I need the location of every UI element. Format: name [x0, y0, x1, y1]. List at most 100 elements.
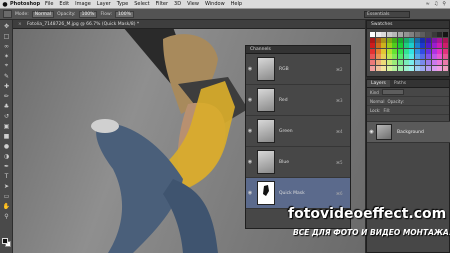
- swatch[interactable]: [386, 48, 392, 54]
- brush-tool-icon[interactable]: ✏: [2, 92, 11, 100]
- swatch[interactable]: [375, 32, 381, 37]
- swatch[interactable]: [375, 37, 381, 43]
- swatch[interactable]: [403, 32, 409, 37]
- swatch[interactable]: [409, 48, 415, 54]
- swatch[interactable]: [381, 65, 387, 71]
- swatch[interactable]: [397, 48, 403, 54]
- swatch[interactable]: [425, 37, 431, 43]
- swatch[interactable]: [370, 37, 375, 43]
- swatch[interactable]: [381, 43, 387, 49]
- swatch[interactable]: [392, 48, 398, 54]
- swatch[interactable]: [431, 65, 437, 71]
- swatch[interactable]: [370, 43, 375, 49]
- clone-stamp-tool-icon[interactable]: ♣: [2, 102, 11, 110]
- swatch[interactable]: [409, 65, 415, 71]
- swatch[interactable]: [370, 32, 375, 37]
- menu-window[interactable]: Window: [205, 1, 225, 7]
- menu-type[interactable]: Type: [117, 1, 128, 7]
- menu-help[interactable]: Help: [231, 1, 242, 7]
- swatch[interactable]: [381, 32, 387, 37]
- layer-row-background[interactable]: ◉ Background: [367, 121, 450, 143]
- swatch[interactable]: [431, 59, 437, 65]
- swatch[interactable]: [403, 59, 409, 65]
- swatch[interactable]: [420, 37, 426, 43]
- swatches-panel-title[interactable]: Swatches: [367, 21, 449, 29]
- color-swatches[interactable]: [2, 238, 11, 247]
- quick-select-tool-icon[interactable]: ✶: [2, 52, 11, 60]
- apple-icon[interactable]: ●: [0, 1, 10, 8]
- eye-icon[interactable]: ◉: [246, 159, 254, 165]
- kind-dropdown[interactable]: [381, 89, 404, 95]
- swatch[interactable]: [392, 59, 398, 65]
- swatch[interactable]: [409, 43, 415, 49]
- swatch[interactable]: [414, 48, 420, 54]
- swatch[interactable]: [414, 59, 420, 65]
- swatch[interactable]: [420, 65, 426, 71]
- swatch[interactable]: [409, 54, 415, 60]
- channel-row-red[interactable]: ◉ Red ⌘3: [246, 85, 350, 116]
- channel-row-quick-mask[interactable]: ◉ Quick Mask ⌘6: [246, 178, 350, 209]
- menu-select[interactable]: Select: [134, 1, 149, 7]
- foreground-color[interactable]: [2, 238, 8, 244]
- swatch[interactable]: [442, 54, 448, 60]
- swatch-grid[interactable]: [367, 29, 449, 74]
- swatch[interactable]: [409, 32, 415, 37]
- tab-layers[interactable]: Layers: [367, 80, 390, 87]
- swatch[interactable]: [420, 32, 426, 37]
- swatch[interactable]: [392, 54, 398, 60]
- crop-tool-icon[interactable]: ⌖: [2, 62, 11, 70]
- blend-mode-dropdown[interactable]: Normal: [370, 99, 384, 104]
- healing-tool-icon[interactable]: ✚: [2, 82, 11, 90]
- swatch[interactable]: [403, 37, 409, 43]
- swatch[interactable]: [375, 43, 381, 49]
- swatch[interactable]: [425, 54, 431, 60]
- swatch[interactable]: [392, 65, 398, 71]
- swatch[interactable]: [409, 37, 415, 43]
- swatch[interactable]: [437, 65, 443, 71]
- swatch[interactable]: [397, 32, 403, 37]
- lasso-tool-icon[interactable]: ∞: [2, 42, 11, 50]
- move-tool-icon[interactable]: ✥: [2, 22, 11, 30]
- eye-icon[interactable]: ◉: [246, 97, 254, 103]
- swatch[interactable]: [414, 65, 420, 71]
- swatch[interactable]: [386, 54, 392, 60]
- wifi-icon[interactable]: ≈: [426, 1, 430, 7]
- swatch[interactable]: [437, 54, 443, 60]
- swatch[interactable]: [437, 59, 443, 65]
- swatch[interactable]: [370, 48, 375, 54]
- swatch[interactable]: [425, 65, 431, 71]
- swatch[interactable]: [437, 48, 443, 54]
- shape-tool-icon[interactable]: ▭: [2, 192, 11, 200]
- menu-edit[interactable]: Edit: [59, 1, 69, 7]
- swatch[interactable]: [420, 54, 426, 60]
- swatch[interactable]: [370, 54, 375, 60]
- swatch[interactable]: [397, 59, 403, 65]
- swatch[interactable]: [420, 59, 426, 65]
- gradient-tool-icon[interactable]: ■: [2, 132, 11, 140]
- dodge-tool-icon[interactable]: ◑: [2, 152, 11, 160]
- swatch[interactable]: [381, 59, 387, 65]
- swatch[interactable]: [381, 37, 387, 43]
- swatch[interactable]: [431, 37, 437, 43]
- eye-icon[interactable]: ◉: [246, 190, 254, 196]
- menu-layer[interactable]: Layer: [97, 1, 111, 7]
- swatch[interactable]: [431, 43, 437, 49]
- swatch[interactable]: [397, 54, 403, 60]
- mode-dropdown[interactable]: Normal: [31, 10, 55, 18]
- swatch[interactable]: [397, 43, 403, 49]
- swatch[interactable]: [392, 32, 398, 37]
- opacity-field[interactable]: 100%: [78, 10, 98, 18]
- swatch[interactable]: [442, 32, 448, 37]
- swatch[interactable]: [381, 54, 387, 60]
- swatch[interactable]: [375, 48, 381, 54]
- swatch[interactable]: [442, 48, 448, 54]
- swatch[interactable]: [431, 32, 437, 37]
- swatch[interactable]: [386, 37, 392, 43]
- swatch[interactable]: [370, 65, 375, 71]
- channels-panel-title[interactable]: Channels: [246, 46, 350, 54]
- swatch[interactable]: [403, 48, 409, 54]
- menu-app-name[interactable]: Photoshop: [10, 1, 40, 7]
- swatch[interactable]: [420, 43, 426, 49]
- swatch[interactable]: [403, 54, 409, 60]
- swatch[interactable]: [442, 59, 448, 65]
